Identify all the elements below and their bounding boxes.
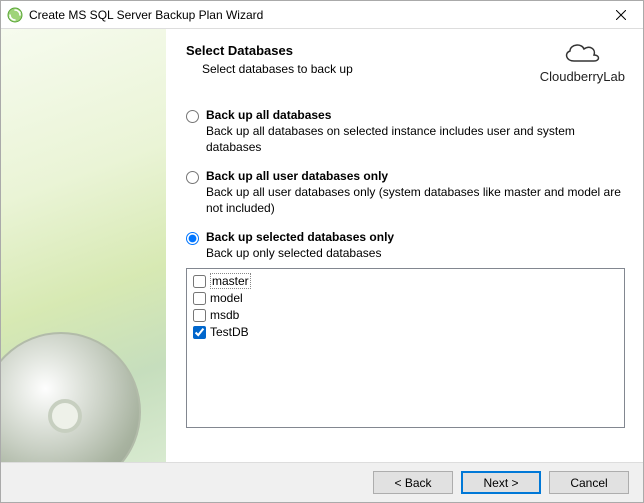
option-user-desc: Back up all user databases only (system … [206,185,625,216]
wizard-sidebar [1,29,166,462]
page-subtitle: Select databases to back up [202,62,532,76]
db-checkbox-master[interactable] [193,275,206,288]
radio-user[interactable] [186,171,199,184]
db-name: msdb [210,308,239,322]
cloud-icon [560,39,604,69]
brand-logo: CloudberryLab [540,39,625,84]
option-user-label: Back up all user databases only [206,169,625,183]
database-list[interactable]: master model msdb TestDB [186,268,625,428]
back-button[interactable]: < Back [373,471,453,494]
option-user-databases[interactable]: Back up all user databases only Back up … [186,169,625,216]
app-icon [7,7,23,23]
db-name: model [210,291,243,305]
option-selected-databases[interactable]: Back up selected databases only Back up … [186,230,625,262]
radio-all[interactable] [186,110,199,123]
close-button[interactable] [599,1,643,29]
cancel-button[interactable]: Cancel [549,471,629,494]
page-title: Select Databases [186,43,532,58]
title-bar: Create MS SQL Server Backup Plan Wizard [1,1,643,29]
option-all-databases[interactable]: Back up all databases Back up all databa… [186,108,625,155]
next-button[interactable]: Next > [461,471,541,494]
close-icon [616,10,626,20]
option-all-label: Back up all databases [206,108,625,122]
list-item[interactable]: master [191,273,620,290]
window-title: Create MS SQL Server Backup Plan Wizard [29,8,599,22]
wizard-footer: < Back Next > Cancel [1,462,643,502]
option-selected-label: Back up selected databases only [206,230,625,244]
db-checkbox-testdb[interactable] [193,326,206,339]
option-selected-desc: Back up only selected databases [206,246,625,262]
db-checkbox-model[interactable] [193,292,206,305]
disc-icon [1,332,141,462]
wizard-main: Select Databases Select databases to bac… [166,29,643,462]
list-item[interactable]: model [191,290,620,307]
wizard-body: Select Databases Select databases to bac… [1,29,643,462]
list-item[interactable]: msdb [191,307,620,324]
db-checkbox-msdb[interactable] [193,309,206,322]
option-all-desc: Back up all databases on selected instan… [206,124,625,155]
radio-selected[interactable] [186,232,199,245]
db-name: TestDB [210,325,249,339]
list-item[interactable]: TestDB [191,324,620,341]
db-name: master [210,273,251,289]
brand-name: CloudberryLab [540,69,625,84]
